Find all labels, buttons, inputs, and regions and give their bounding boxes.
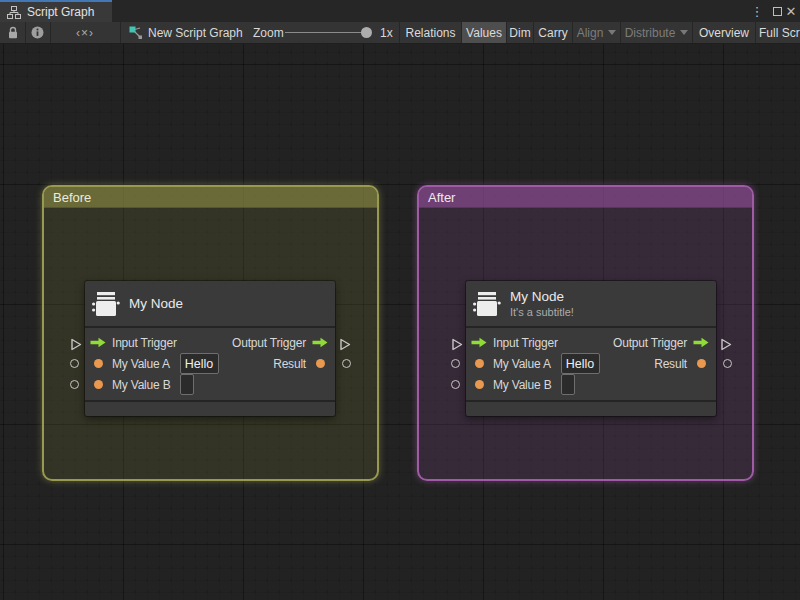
port-label-value-b: My Value B	[493, 378, 551, 392]
node-before-header[interactable]: My Node	[85, 281, 335, 328]
port-label-input-trigger: Input Trigger	[112, 336, 177, 350]
script-graph-window: Script Graph ⋮ ✕ ‹×›	[0, 0, 800, 600]
info-icon	[31, 26, 44, 39]
external-output-trigger-port[interactable]	[339, 337, 351, 355]
external-input-trigger-port[interactable]	[451, 337, 463, 355]
port-label-value-b: My Value B	[112, 378, 170, 392]
input-trigger-port-icon[interactable]	[90, 337, 106, 348]
group-before-title: Before	[53, 190, 91, 205]
toolbar-button-overview[interactable]: Overview	[693, 22, 755, 43]
node-before-footer	[85, 402, 335, 416]
close-icon[interactable]: ✕	[784, 0, 798, 22]
external-value-a-port[interactable]	[70, 359, 79, 368]
external-value-b-port[interactable]	[451, 380, 460, 389]
port-label-output-trigger: Output Trigger	[613, 336, 687, 350]
zoom-value: 1x	[380, 22, 393, 43]
result-port-icon[interactable]	[316, 359, 325, 368]
value-b-port-icon[interactable]	[94, 380, 103, 389]
toolbar-button-carry[interactable]: Carry	[534, 22, 572, 43]
input-trigger-port-icon[interactable]	[471, 337, 487, 348]
script-graph-tab-icon	[7, 6, 21, 19]
code-view-button[interactable]: ‹×›	[50, 22, 120, 43]
node-my-node-after[interactable]: My Node It's a subtitle! Input Trigger O…	[466, 281, 716, 416]
tab-script-graph[interactable]: Script Graph	[0, 0, 112, 22]
toolbar-button-align[interactable]: Align	[573, 22, 620, 43]
distribute-dropdown-caret-icon	[680, 30, 688, 35]
node-title: My Node	[510, 289, 574, 304]
maximize-icon[interactable]	[773, 0, 782, 22]
node-title: My Node	[129, 296, 183, 311]
value-a-port-icon[interactable]	[475, 359, 484, 368]
lock-icon	[7, 26, 19, 39]
toolbar-button-distribute[interactable]: Distribute	[621, 22, 692, 43]
graph-toolbar: ‹×› New Script Graph Zoom 1x Relations V…	[0, 22, 800, 44]
align-dropdown-caret-icon	[608, 30, 616, 35]
value-a-input[interactable]	[180, 353, 219, 374]
tab-title: Script Graph	[27, 5, 94, 19]
port-label-result: Result	[273, 357, 306, 371]
group-after-header[interactable]: After	[419, 187, 752, 208]
node-icon	[92, 289, 120, 319]
graph-asset-icon	[128, 22, 144, 43]
zoom-slider[interactable]	[285, 32, 371, 33]
toolbar-button-values[interactable]: Values	[462, 22, 506, 43]
external-result-port[interactable]	[342, 359, 351, 368]
port-label-output-trigger: Output Trigger	[232, 336, 306, 350]
port-label-input-trigger: Input Trigger	[493, 336, 558, 350]
graph-name[interactable]: New Script Graph	[148, 22, 243, 43]
lock-button[interactable]	[0, 22, 25, 43]
group-after-title: After	[428, 190, 455, 205]
port-label-result: Result	[654, 357, 687, 371]
external-result-port[interactable]	[723, 359, 732, 368]
value-b-input[interactable]	[180, 374, 194, 395]
toolbar-button-fullscreen[interactable]: Full Scr	[756, 22, 800, 43]
zoom-label: Zoom	[253, 22, 284, 43]
result-port-icon[interactable]	[697, 359, 706, 368]
window-menu-icon[interactable]: ⋮	[750, 0, 764, 22]
value-b-input[interactable]	[561, 374, 575, 395]
port-label-value-a: My Value A	[112, 357, 170, 371]
value-a-input[interactable]	[561, 353, 600, 374]
tab-bar: Script Graph ⋮ ✕	[0, 0, 800, 22]
value-a-port-icon[interactable]	[94, 359, 103, 368]
output-trigger-port-icon[interactable]	[312, 337, 328, 348]
zoom-slider-handle[interactable]	[361, 27, 372, 38]
external-output-trigger-port[interactable]	[720, 337, 732, 355]
external-input-trigger-port[interactable]	[70, 337, 82, 355]
value-b-port-icon[interactable]	[475, 380, 484, 389]
port-label-value-a: My Value A	[493, 357, 551, 371]
toolbar-button-relations[interactable]: Relations	[400, 22, 461, 43]
external-value-a-port[interactable]	[451, 359, 460, 368]
node-icon	[473, 289, 501, 319]
external-value-b-port[interactable]	[70, 380, 79, 389]
node-my-node-before[interactable]: My Node Input Trigger Output Trigger	[85, 281, 335, 416]
node-after-body: Input Trigger Output Trigger My Value A	[466, 328, 716, 402]
node-before-body: Input Trigger Output Trigger My Value A	[85, 328, 335, 402]
graph-canvas[interactable]: Before After My Node	[0, 44, 800, 600]
group-before-header[interactable]: Before	[44, 187, 377, 208]
info-button[interactable]	[25, 22, 50, 43]
output-trigger-port-icon[interactable]	[693, 337, 709, 348]
node-after-header[interactable]: My Node It's a subtitle!	[466, 281, 716, 328]
node-after-footer	[466, 402, 716, 416]
toolbar-button-dim[interactable]: Dim	[507, 22, 533, 43]
node-subtitle: It's a subtitle!	[510, 306, 574, 318]
